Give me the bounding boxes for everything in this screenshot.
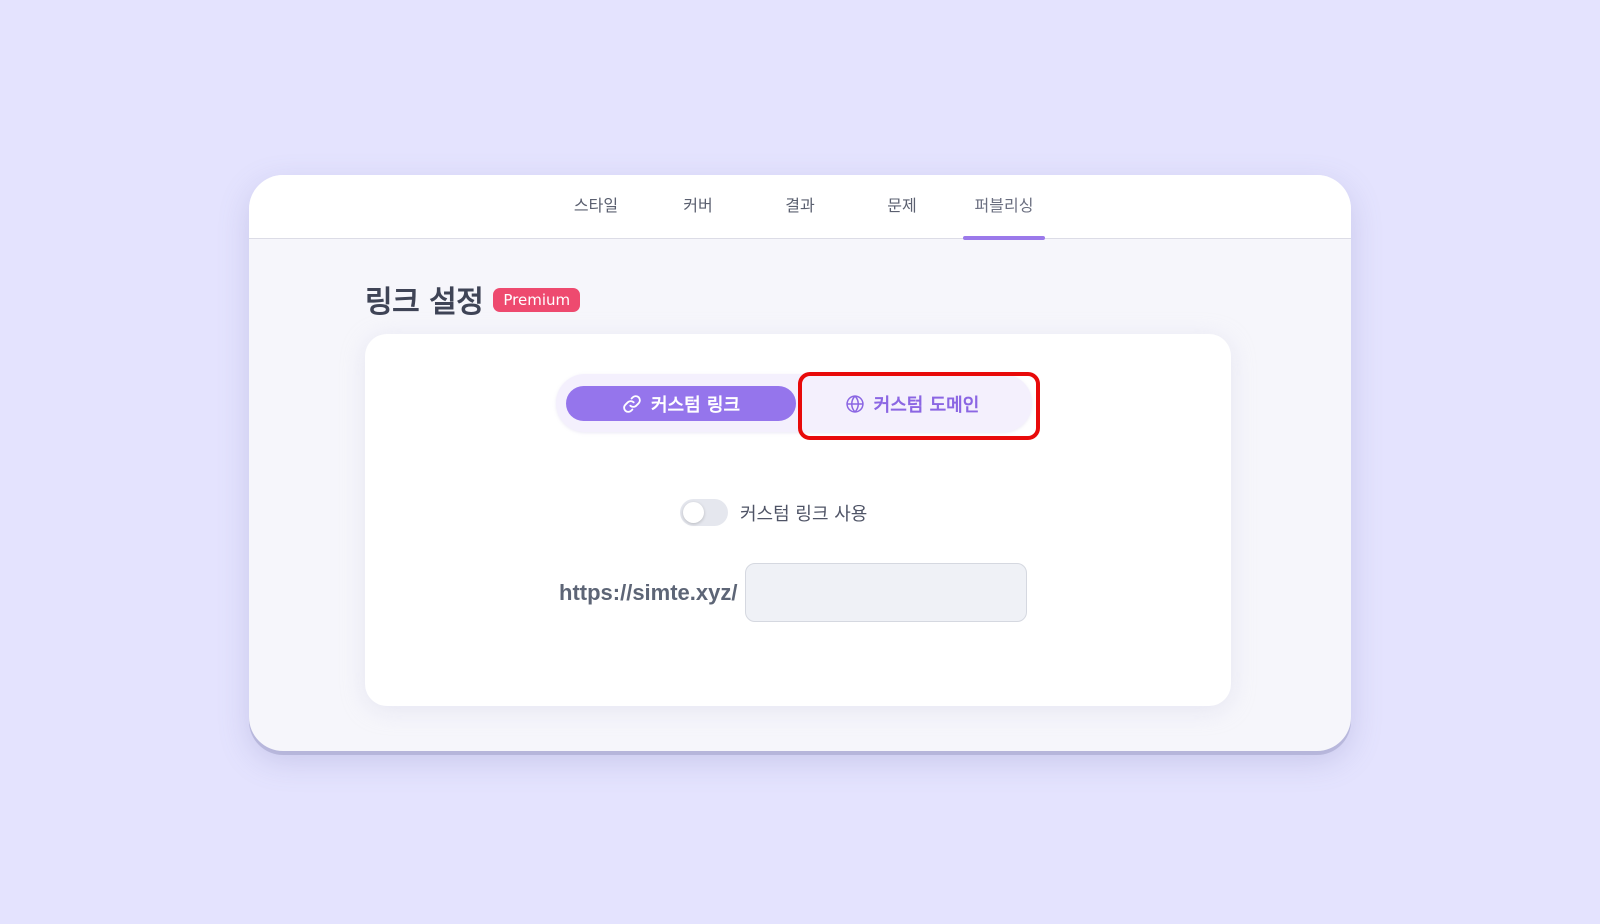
custom-link-label: 커스텀 링크 (650, 394, 741, 416)
custom-link-input[interactable] (745, 563, 1028, 622)
custom-link-toggle-row: 커스텀 링크 사용 (680, 499, 867, 526)
custom-link-toggle[interactable] (680, 499, 728, 526)
section-header: 링크 설정 Premium (365, 277, 581, 321)
toggle-label: 커스텀 링크 사용 (740, 503, 868, 525)
tab-style[interactable]: 스타일 (545, 175, 647, 239)
custom-domain-label: 커스텀 도메인 (873, 394, 980, 416)
page-title: 링크 설정 (365, 285, 484, 320)
link-type-switch: 커스텀 링크 커스텀 도메인 (556, 374, 1032, 432)
tab-cover[interactable]: 커버 (647, 175, 749, 239)
premium-badge: Premium (493, 288, 581, 312)
globe-icon (845, 394, 865, 414)
top-nav: 스타일 커버 결과 문제 퍼블리싱 (249, 175, 1351, 240)
main-content: 링크 설정 Premium 커스텀 링크 커스텀 도메인 커스텀 링크 사용 h… (249, 239, 1351, 751)
tab-publishing[interactable]: 퍼블리싱 (953, 175, 1055, 240)
link-icon (622, 394, 642, 414)
custom-domain-button[interactable]: 커스텀 도메인 (802, 386, 1022, 421)
url-prefix: https://simte.xyz/ (559, 579, 738, 605)
custom-link-button[interactable]: 커스텀 링크 (566, 386, 796, 421)
tab-bar: 스타일 커버 결과 문제 퍼블리싱 (249, 175, 1351, 240)
app-window: 스타일 커버 결과 문제 퍼블리싱 링크 설정 Premium 커스텀 링크 커… (249, 175, 1351, 751)
tab-question[interactable]: 문제 (851, 175, 953, 239)
link-settings-card: 커스텀 링크 커스텀 도메인 커스텀 링크 사용 https://simte.x… (365, 334, 1231, 706)
tab-result[interactable]: 결과 (749, 175, 851, 239)
url-row: https://simte.xyz/ (559, 563, 1028, 622)
toggle-knob (683, 502, 704, 523)
